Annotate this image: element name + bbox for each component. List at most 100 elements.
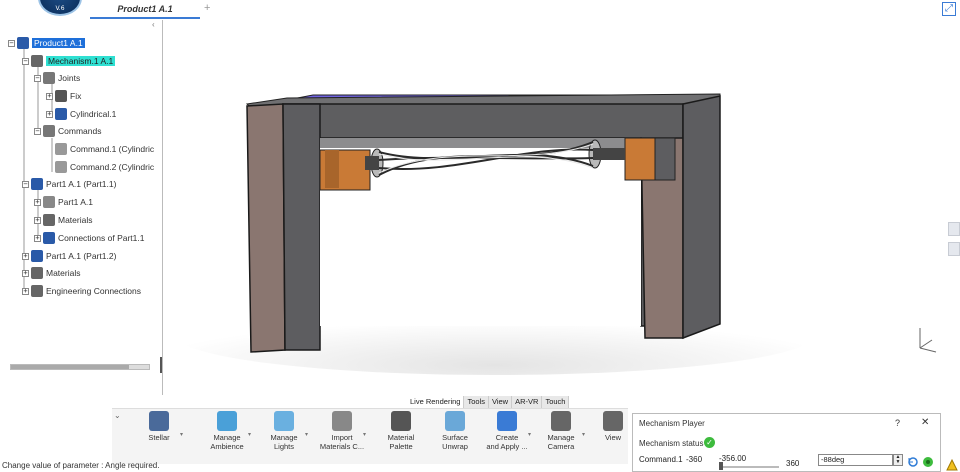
tree-node-label: Product1 A.1 (32, 38, 85, 48)
ribbon-button-label: Manage Camera (547, 433, 575, 451)
tree-node[interactable]: Command.1 (Cylindric (46, 142, 154, 156)
3d-viewport[interactable] (165, 20, 945, 395)
tree-node[interactable]: Command.2 (Cylindric (46, 160, 154, 174)
add-tab-button[interactable]: + (204, 2, 210, 14)
create-apply-icon (497, 411, 517, 431)
ribbon-button-material-palette[interactable]: Material Palette (376, 411, 426, 451)
command-label: Command.1 (639, 455, 683, 464)
command-icon (55, 143, 67, 155)
tab-product1[interactable]: Product1 A.1 (90, 0, 200, 19)
tree-node[interactable]: + Materials (34, 213, 92, 227)
expand-icon[interactable]: + (46, 110, 53, 118)
action-bar: ⌄ Stellar ▾ Manage Ambience ▾ Manage Lights ▾… (112, 408, 628, 464)
collapse-icon[interactable]: − (22, 180, 29, 188)
tree-node-label: Connections of Part1.1 (58, 233, 145, 243)
ribbon-expand-icon[interactable]: ⌄ (114, 411, 121, 420)
dropdown-arrow-icon[interactable]: ▾ (305, 431, 308, 438)
slider-min: -360 (686, 455, 703, 464)
tree-node[interactable]: − Part1 A.1 (Part1.1) (22, 177, 116, 191)
warning-icon[interactable] (946, 459, 958, 471)
tree-divider[interactable] (162, 20, 163, 395)
materials-icon (31, 267, 43, 279)
material-palette-icon (391, 411, 411, 431)
tree-node[interactable]: + Connections of Part1.1 (34, 231, 144, 245)
tree-node-label: Materials (46, 268, 81, 278)
ribbon-button-ambience[interactable]: Manage Ambience (202, 411, 252, 451)
tree-node-label: Part1 A.1 (Part1.2) (46, 251, 117, 261)
command-slider[interactable] (719, 466, 779, 468)
tree-horizontal-scrollbar[interactable] (10, 364, 150, 370)
dropdown-arrow-icon[interactable]: ▾ (363, 431, 366, 438)
tree-node-label: Mechanism.1 A.1 (46, 56, 116, 66)
specification-tree: ‹ − Product1 A.1− Mechanism.1 A.1− Joints + F… (0, 20, 163, 400)
side-tool-2-icon[interactable] (948, 242, 960, 256)
dropdown-arrow-icon[interactable]: ▾ (248, 431, 251, 438)
left-leg-side (282, 103, 321, 351)
tree-node[interactable]: − Mechanism.1 A.1 (22, 54, 116, 68)
tab-tools[interactable]: Tools (464, 396, 489, 408)
status-bar: Change value of parameter : Angle requir… (2, 461, 160, 470)
collapse-icon[interactable]: − (34, 74, 41, 82)
expand-icon[interactable]: + (34, 198, 41, 206)
status-ok-icon: ✓ (704, 437, 715, 448)
expand-icon[interactable]: + (22, 252, 29, 260)
tree-node[interactable]: + Engineering Connections (22, 284, 141, 298)
right-leg-side (682, 95, 721, 340)
help-icon[interactable]: ? (895, 418, 900, 428)
ambience-icon (217, 411, 237, 431)
compass-logo[interactable]: V.6 (38, 0, 82, 16)
tree-node[interactable]: + Part1 A.1 (Part1.2) (22, 249, 116, 263)
tab-view[interactable]: View (489, 396, 513, 408)
scrollbar-end-marker (160, 357, 162, 373)
ribbon-button-label: Surface Unwrap (442, 433, 468, 451)
command-value-input[interactable]: -88deg (818, 454, 893, 466)
tree-node-label: Part1 A.1 (58, 197, 93, 207)
dropdown-arrow-icon[interactable]: ▾ (180, 431, 183, 438)
lights-icon (274, 411, 294, 431)
tree-node[interactable]: + Cylindrical.1 (46, 107, 116, 121)
tree-node[interactable]: + Fix (46, 89, 81, 103)
collapse-icon[interactable]: − (34, 127, 41, 135)
simulate-icon[interactable] (922, 456, 934, 468)
tree-node[interactable]: − Product1 A.1 (8, 36, 85, 50)
ribbon-button-surface-unwrap[interactable]: Surface Unwrap (430, 411, 480, 451)
value-spinner[interactable]: ▲ ▼ (893, 454, 903, 466)
fullscreen-icon[interactable]: ⤢ (942, 2, 956, 16)
side-tool-1-icon[interactable] (948, 222, 960, 236)
expand-icon[interactable]: + (34, 216, 41, 224)
ribbon-button-stellar[interactable]: Stellar (134, 411, 184, 442)
tab-live-rendering[interactable]: Live Rendering (407, 396, 465, 408)
collapse-icon[interactable]: − (22, 57, 29, 65)
close-icon[interactable]: ✕ (921, 417, 929, 428)
part-shape-icon (43, 196, 55, 208)
part-icon (31, 250, 43, 262)
ribbon-button-create-apply[interactable]: Create and Apply ... (482, 411, 532, 451)
ribbon-button-view[interactable]: View (588, 411, 638, 442)
reset-icon[interactable] (907, 456, 919, 468)
tab-touch[interactable]: Touch (542, 396, 570, 408)
left-leg (246, 103, 286, 353)
tree-node-label: Materials (58, 215, 93, 225)
tab-ar-vr[interactable]: AR-VR (512, 396, 543, 408)
collapse-icon[interactable]: − (8, 39, 15, 47)
tree-node[interactable]: + Part1 A.1 (34, 195, 93, 209)
tree-node[interactable]: − Joints (34, 71, 80, 85)
ribbon-button-lights[interactable]: Manage Lights (259, 411, 309, 451)
expand-icon[interactable]: + (46, 92, 53, 100)
ribbon-button-label: Stellar (148, 433, 170, 442)
dropdown-arrow-icon[interactable]: ▾ (528, 431, 531, 438)
tree-node[interactable]: − Commands (34, 124, 101, 138)
expand-icon[interactable]: + (34, 234, 41, 242)
ribbon-button-camera[interactable]: Manage Camera (536, 411, 586, 451)
dropdown-arrow-icon[interactable]: ▾ (582, 431, 585, 438)
slider-thumb[interactable] (719, 462, 723, 470)
command-icon (55, 161, 67, 173)
expand-icon[interactable]: + (22, 269, 29, 277)
scrollbar-thumb[interactable] (11, 365, 129, 369)
axis-compass-icon[interactable] (914, 324, 938, 354)
ribbon-button-import-materials[interactable]: Import Materials C... (317, 411, 367, 451)
expand-icon[interactable]: + (22, 287, 29, 295)
slider-current: -356.00 (719, 454, 747, 463)
camera-icon (551, 411, 571, 431)
tree-node[interactable]: + Materials (22, 266, 80, 280)
